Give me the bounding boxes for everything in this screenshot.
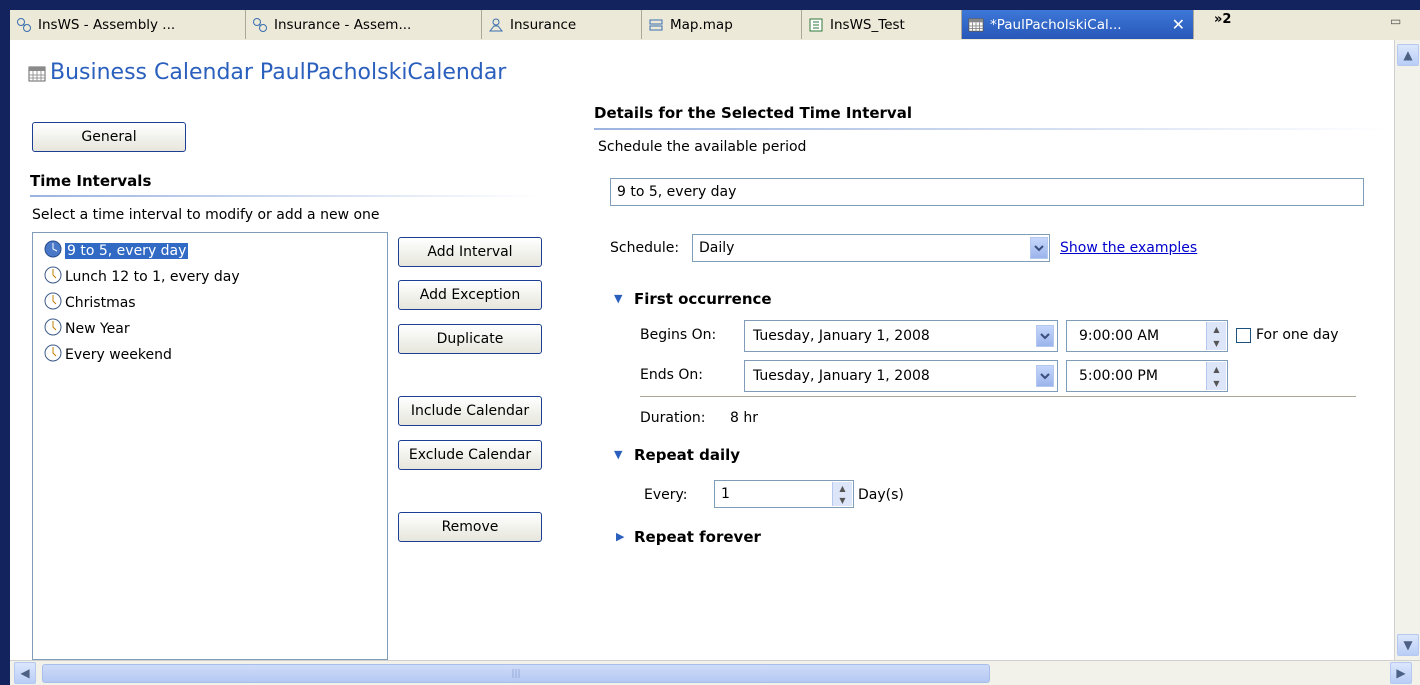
- interval-label: New Year: [65, 321, 130, 337]
- vertical-scrollbar[interactable]: ▲ ▼: [1394, 40, 1420, 660]
- assembly-icon: [16, 17, 32, 33]
- list-item[interactable]: Lunch 12 to 1, every day: [43, 265, 240, 289]
- duration-label: Duration:: [640, 410, 706, 426]
- time-intervals-instruction: Select a time interval to modify or add …: [32, 207, 380, 223]
- tab-map[interactable]: Map.map: [642, 10, 802, 39]
- scroll-left-icon[interactable]: ◀: [14, 662, 36, 684]
- interval-label: Every weekend: [65, 347, 172, 363]
- list-item[interactable]: Christmas: [43, 291, 136, 315]
- tab-label: Insurance: [510, 16, 577, 33]
- spinner-up-icon[interactable]: ▲: [1207, 322, 1226, 336]
- time-spinner[interactable]: ▲ ▼: [1206, 362, 1226, 390]
- editor-window: InsWS - Assembly ... Insurance - Assem..…: [10, 10, 1420, 685]
- chevron-down-icon[interactable]: [1036, 325, 1054, 347]
- time-spinner[interactable]: ▲ ▼: [1206, 322, 1226, 350]
- expand-triangle-icon[interactable]: ▼: [614, 448, 622, 461]
- close-icon[interactable]: ✕: [1172, 15, 1185, 34]
- every-label: Every:: [644, 487, 688, 503]
- first-occurrence-heading[interactable]: First occurrence: [634, 290, 772, 308]
- business-object-icon: [488, 17, 504, 33]
- chevron-down-icon[interactable]: [1030, 237, 1048, 259]
- tab-insurance[interactable]: Insurance: [482, 10, 642, 39]
- ends-on-date-picker[interactable]: Tuesday, January 1, 2008: [744, 360, 1058, 392]
- details-heading: Details for the Selected Time Interval: [594, 104, 912, 122]
- for-one-day-label: For one day: [1256, 327, 1339, 343]
- duration-value: 8 hr: [730, 410, 758, 426]
- tab-label: InsWS_Test: [830, 16, 905, 33]
- schedule-label: Schedule:: [610, 240, 680, 256]
- ends-on-time-field[interactable]: 5:00:00 PM: [1066, 360, 1228, 392]
- minimize-icon[interactable]: ▭: [1390, 14, 1401, 28]
- list-item[interactable]: Every weekend: [43, 343, 172, 367]
- begins-on-date-picker[interactable]: Tuesday, January 1, 2008: [744, 320, 1058, 352]
- assembly-icon: [252, 17, 268, 33]
- begins-on-time-field[interactable]: 9:00:00 AM: [1066, 320, 1228, 352]
- show-examples-link[interactable]: Show the examples: [1060, 240, 1197, 256]
- collapsed-triangle-icon[interactable]: ▶: [616, 530, 624, 543]
- tab-insurance-assembly[interactable]: Insurance - Assem...: [246, 10, 482, 39]
- time-interval-list[interactable]: 9 to 5, every day Lunch 12 to 1, every d…: [32, 232, 388, 660]
- spinner-down-icon[interactable]: ▼: [1207, 336, 1226, 350]
- page-title: Business Calendar PaulPacholskiCalendar: [50, 60, 507, 85]
- tab-label: InsWS - Assembly ...: [38, 16, 176, 33]
- tab-paulpacholski-calendar[interactable]: *PaulPacholskiCal... ✕: [962, 10, 1194, 39]
- interval-name-field[interactable]: 9 to 5, every day: [610, 178, 1364, 206]
- details-subtitle: Schedule the available period: [598, 139, 807, 155]
- spinner-down-icon[interactable]: ▼: [1207, 376, 1226, 390]
- ends-on-label: Ends On:: [640, 367, 703, 383]
- spinner-down-icon[interactable]: ▼: [833, 494, 852, 506]
- scroll-right-icon[interactable]: ▶: [1390, 662, 1412, 684]
- divider: [640, 396, 1356, 397]
- schedule-select[interactable]: Daily: [692, 234, 1050, 262]
- section-divider: [594, 128, 1394, 130]
- tab-overflow-button[interactable]: »2: [1214, 12, 1231, 27]
- add-exception-button[interactable]: Add Exception: [398, 280, 542, 310]
- add-interval-button[interactable]: Add Interval: [398, 237, 542, 267]
- tab-label: Map.map: [670, 16, 733, 33]
- tab-insws-test[interactable]: InsWS_Test: [802, 10, 962, 39]
- repeat-every-spinner[interactable]: ▲ ▼: [832, 482, 852, 506]
- spinner-up-icon[interactable]: ▲: [833, 482, 852, 494]
- spinner-up-icon[interactable]: ▲: [1207, 362, 1226, 376]
- interval-label: 9 to 5, every day: [65, 243, 189, 259]
- map-icon: [648, 17, 664, 33]
- exclude-calendar-button[interactable]: Exclude Calendar: [398, 440, 542, 470]
- calendar-icon: [28, 66, 46, 86]
- editor-tab-bar: InsWS - Assembly ... Insurance - Assem..…: [10, 10, 1420, 41]
- scroll-up-icon[interactable]: ▲: [1397, 44, 1419, 66]
- list-item[interactable]: New Year: [43, 317, 130, 341]
- clock-icon: [43, 317, 63, 341]
- clock-icon: [43, 239, 63, 263]
- horizontal-scrollbar[interactable]: ◀ ||| ▶: [10, 660, 1420, 685]
- calendar-editor: Business Calendar PaulPacholskiCalendar …: [10, 40, 1394, 660]
- include-calendar-button[interactable]: Include Calendar: [398, 396, 542, 426]
- clock-icon: [43, 343, 63, 367]
- remove-button[interactable]: Remove: [398, 512, 542, 542]
- time-intervals-heading: Time Intervals: [30, 172, 152, 190]
- clock-icon: [43, 291, 63, 315]
- repeat-forever-heading[interactable]: Repeat forever: [634, 528, 761, 546]
- tab-insws-assembly[interactable]: InsWS - Assembly ...: [10, 10, 246, 39]
- tab-label: *PaulPacholskiCal...: [990, 16, 1122, 33]
- section-divider: [30, 195, 540, 197]
- expand-triangle-icon[interactable]: ▼: [614, 292, 622, 305]
- test-icon: [808, 17, 824, 33]
- clock-icon: [43, 265, 63, 289]
- repeat-daily-heading[interactable]: Repeat daily: [634, 446, 740, 464]
- interval-label: Christmas: [65, 295, 136, 311]
- duplicate-button[interactable]: Duplicate: [398, 324, 542, 354]
- general-button[interactable]: General: [32, 122, 186, 152]
- interval-label: Lunch 12 to 1, every day: [65, 269, 240, 285]
- begins-on-label: Begins On:: [640, 327, 717, 343]
- days-unit-label: Day(s): [858, 487, 904, 503]
- for-one-day-checkbox[interactable]: [1236, 328, 1251, 343]
- scroll-down-icon[interactable]: ▼: [1397, 634, 1419, 656]
- chevron-down-icon[interactable]: [1036, 365, 1054, 387]
- tab-label: Insurance - Assem...: [274, 16, 412, 33]
- list-item[interactable]: 9 to 5, every day: [43, 239, 189, 263]
- calendar-icon: [968, 17, 984, 33]
- scrollbar-thumb[interactable]: |||: [42, 664, 990, 683]
